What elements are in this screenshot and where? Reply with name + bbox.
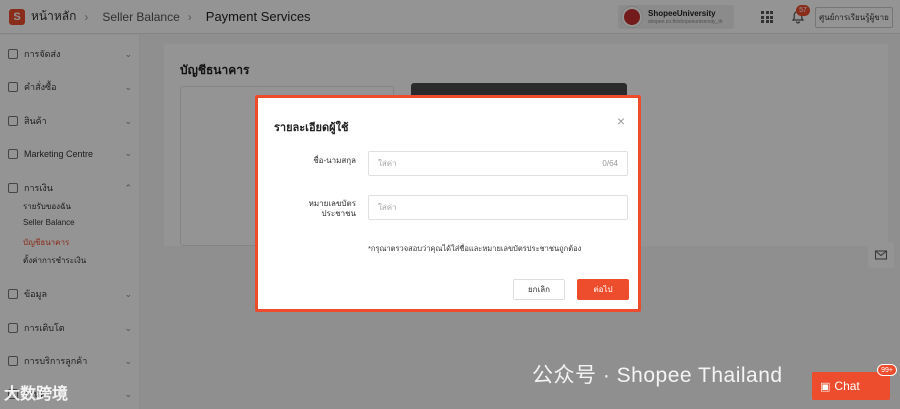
chat-button[interactable]: ▣ Chat (812, 372, 890, 400)
chat-bubble-icon: ▣ (820, 380, 831, 393)
chat-label: Chat (834, 379, 860, 393)
chat-badge: 99+ (877, 364, 897, 376)
full-name-label: ชื่อ-นามสกุล (313, 156, 356, 165)
next-button[interactable]: ต่อไป (577, 279, 629, 300)
user-details-dialog: รายละเอียดผู้ใช้ × ชื่อ-นามสกุล ใส่ค่า 0… (255, 95, 641, 312)
id-card-input[interactable]: ใส่ค่า (368, 195, 628, 220)
id-card-label-line2: ประชาชน (321, 209, 357, 219)
char-counter: 0/64 (602, 159, 618, 168)
watermark-left: 大数跨境 (4, 386, 69, 403)
cancel-button[interactable]: ยกเลิก (513, 279, 565, 300)
verification-note: *กรุณาตรวจสอบว่าคุณได้ใส่ชื่อและหมายเลขบ… (368, 244, 582, 253)
watermark-right: 公众号 · Shopee Thailand (532, 364, 783, 387)
id-card-label: หมายเลขบัตร ประชาชน (276, 199, 356, 220)
full-name-placeholder: ใส่ค่า (378, 159, 397, 168)
full-name-input[interactable]: ใส่ค่า 0/64 (368, 151, 628, 176)
close-icon[interactable]: × (615, 114, 627, 128)
dialog-title: รายละเอียดผู้ใช้ (274, 122, 349, 134)
id-card-label-line1: หมายเลขบัตร (308, 199, 356, 208)
id-card-placeholder: ใส่ค่า (378, 203, 397, 212)
